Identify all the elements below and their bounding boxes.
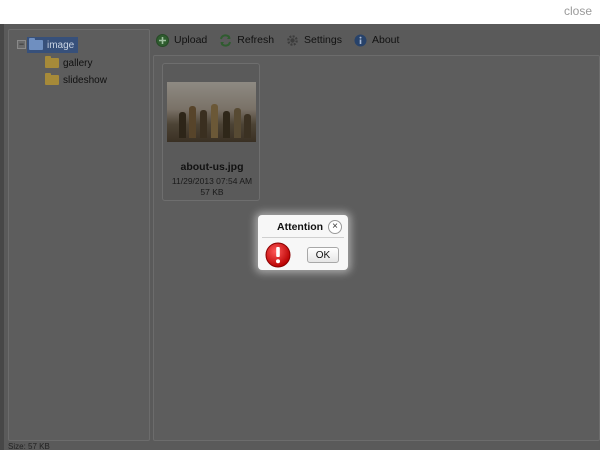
folder-open-icon: [29, 38, 43, 50]
error-icon: [265, 242, 291, 268]
tree-collapse-toggle[interactable]: −: [17, 40, 26, 49]
refresh-icon: [220, 33, 232, 47]
tree-item-image[interactable]: image: [27, 37, 79, 53]
tree-item-label: gallery: [63, 57, 93, 69]
folder-tree-panel: − image gallery slideshow: [8, 29, 150, 441]
files-panel: Upload Refresh Settings About about-us.j…: [153, 29, 600, 441]
dialog-close-button[interactable]: ×: [328, 220, 342, 234]
tree-item-slideshow[interactable]: slideshow: [45, 72, 107, 88]
file-size: 57 KB: [200, 187, 224, 197]
settings-button[interactable]: Settings: [286, 34, 342, 47]
about-label: About: [372, 34, 400, 46]
folder-icon: [45, 56, 59, 68]
file-list-area: about-us.jpg 11/29/2013 07:54 AM 57 KB: [153, 55, 600, 441]
file-item[interactable]: about-us.jpg 11/29/2013 07:54 AM 57 KB: [162, 63, 260, 201]
settings-label: Settings: [304, 34, 342, 46]
refresh-label: Refresh: [237, 34, 275, 46]
page-edge: [0, 24, 4, 450]
alert-dialog: Attention × OK: [258, 215, 348, 270]
tree-item-label: slideshow: [63, 74, 107, 86]
status-bar: Size: 57 KB: [8, 443, 50, 450]
refresh-button[interactable]: Refresh: [219, 33, 275, 47]
dialog-divider: [262, 237, 344, 238]
dialog-title: Attention: [277, 221, 324, 233]
file-date: 11/29/2013 07:54 AM: [171, 176, 253, 186]
tree-item-gallery[interactable]: gallery: [45, 55, 92, 71]
gear-icon: [287, 34, 298, 46]
upload-label: Upload: [174, 34, 208, 46]
file-name: about-us.jpg: [180, 161, 244, 173]
about-button[interactable]: About: [354, 34, 399, 47]
info-icon: [354, 34, 367, 46]
upload-icon: [156, 33, 169, 47]
upload-button[interactable]: Upload: [156, 33, 208, 47]
toolbar: Upload Refresh Settings About: [153, 29, 600, 51]
tree-item-label: image: [47, 39, 75, 51]
window-topbar: close: [0, 0, 600, 24]
folder-icon: [45, 73, 59, 85]
ok-button[interactable]: OK: [307, 247, 339, 263]
file-thumbnail: [167, 82, 256, 142]
close-link[interactable]: close: [564, 4, 592, 18]
